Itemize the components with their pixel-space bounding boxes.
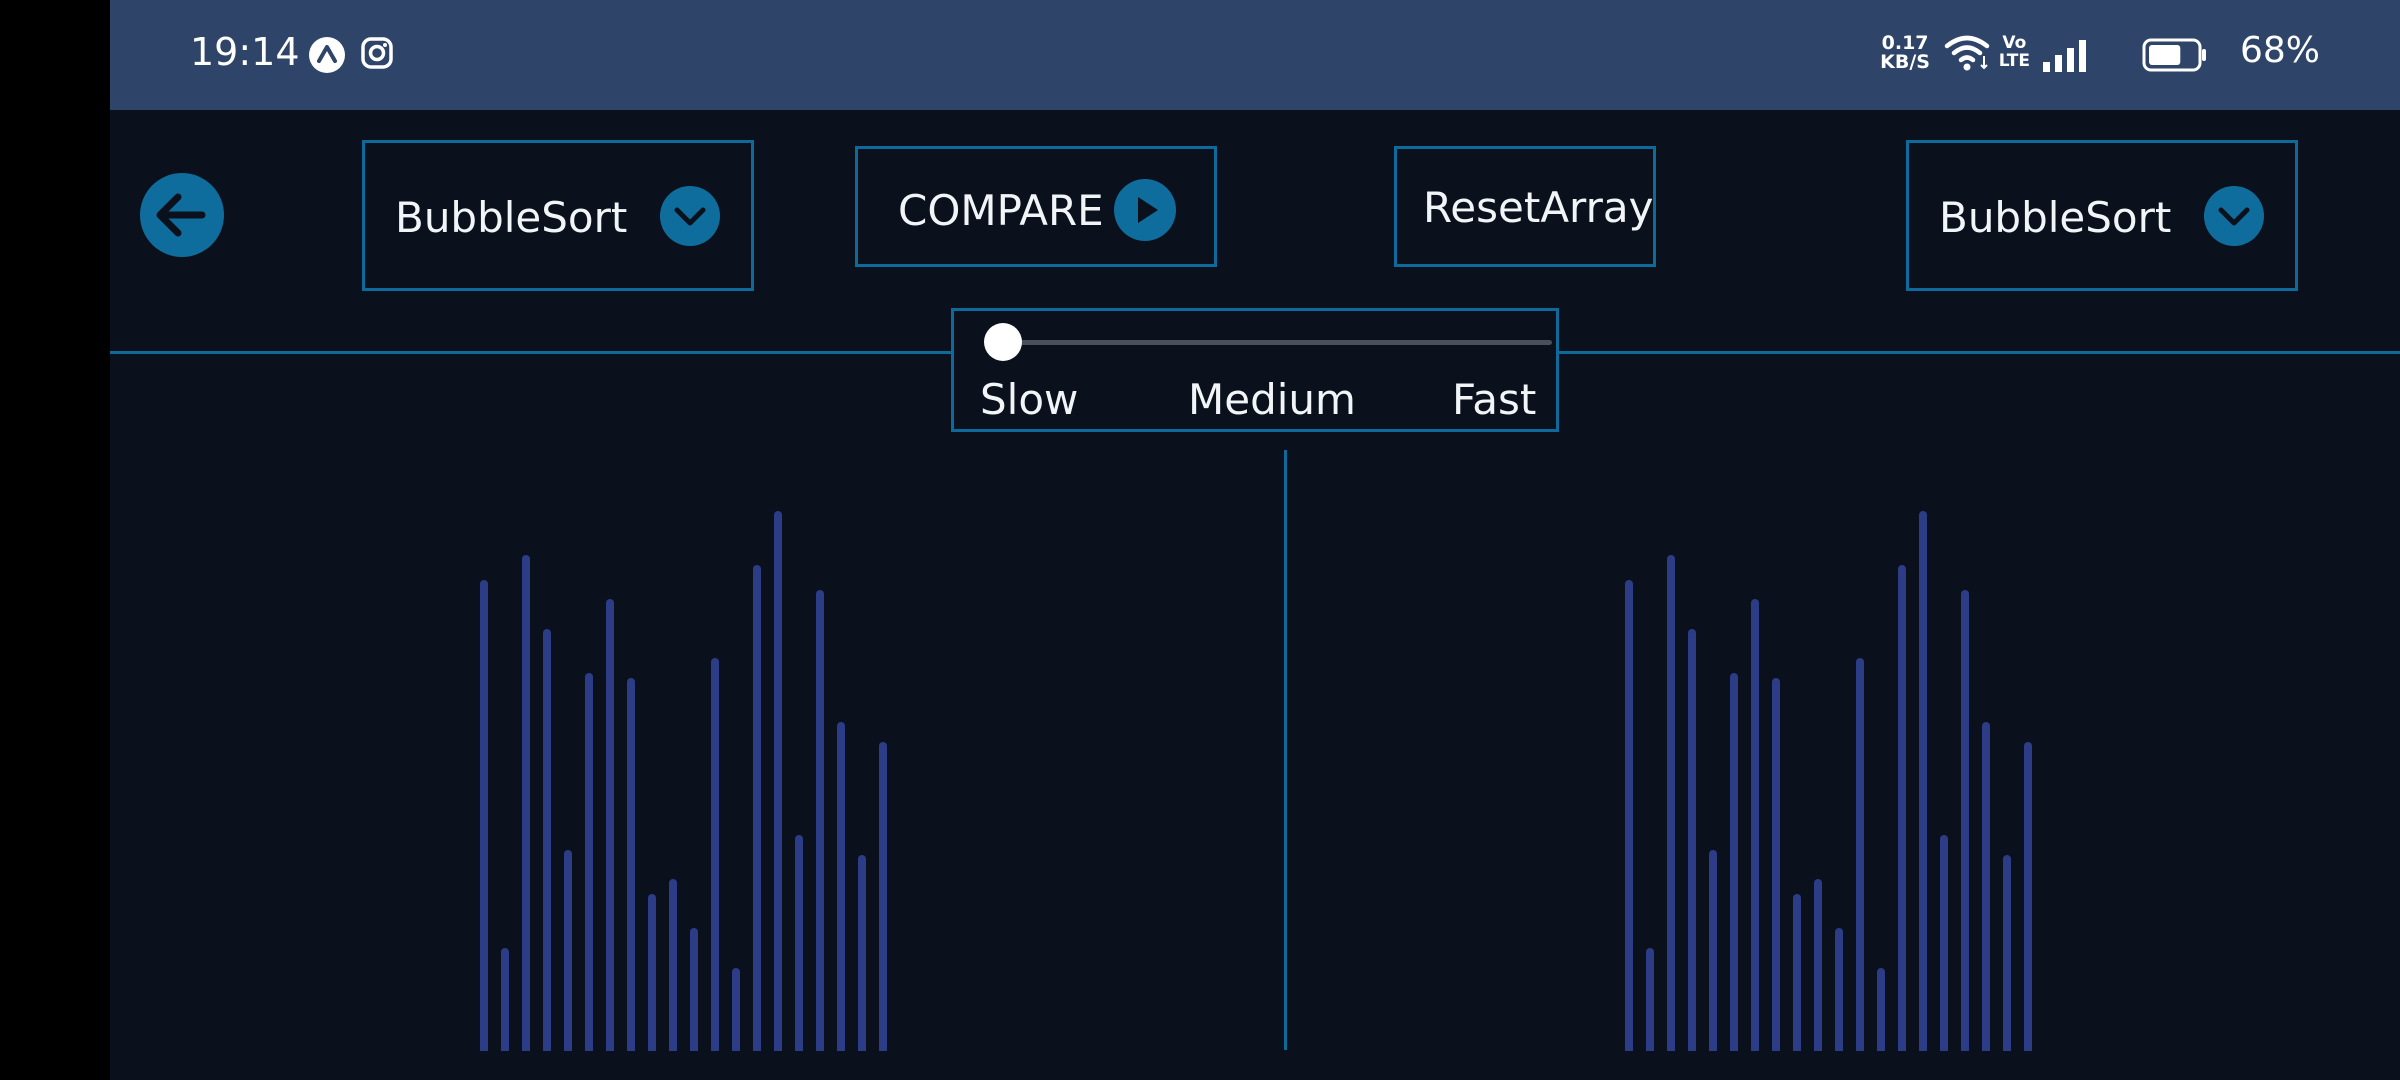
right-array-bar	[1772, 678, 1780, 1051]
app-icon	[308, 36, 346, 74]
signal-icon	[2042, 38, 2088, 76]
right-array-bar	[2003, 855, 2011, 1051]
right-array-bar	[1919, 511, 1927, 1051]
right-array-bar	[1646, 948, 1654, 1051]
right-array-bar	[1688, 629, 1696, 1051]
right-array-bar	[1940, 835, 1948, 1051]
right-array-bar	[1625, 580, 1633, 1051]
right-array-bar	[1667, 555, 1675, 1051]
right-array-bar	[1793, 894, 1801, 1051]
wifi-icon	[1944, 34, 1990, 76]
network-speed: 0.17 KB/S	[1880, 32, 1930, 73]
right-array-bar	[1751, 599, 1759, 1051]
right-array-bar	[1730, 673, 1738, 1051]
right-array-visualization	[110, 110, 2400, 1080]
sorting-compare-screen: BubbleSort COMPARE ResetArray BubbleSort…	[110, 110, 2400, 1080]
instagram-icon	[360, 36, 398, 74]
status-bar: 19:14 0.17 KB/S Vo LTE 68%	[110, 0, 2400, 110]
screen-cutout	[0, 0, 110, 1080]
right-array-bar	[1709, 850, 1717, 1051]
status-time: 19:14	[190, 30, 300, 74]
battery-icon	[2142, 38, 2208, 76]
battery-percent: 68%	[2239, 30, 2320, 71]
right-array-bar	[2024, 742, 2032, 1051]
right-array-bar	[1877, 968, 1885, 1051]
right-array-bar	[1856, 658, 1864, 1051]
right-array-bar	[1961, 590, 1969, 1051]
volte-indicator: Vo LTE	[1998, 33, 2030, 71]
right-array-bar	[1835, 928, 1843, 1051]
status-indicators: 0.17 KB/S Vo LTE 68%	[1880, 30, 2320, 80]
right-array-bar	[1814, 879, 1822, 1051]
right-array-bar	[1982, 722, 1990, 1051]
right-array-bar	[1898, 565, 1906, 1051]
